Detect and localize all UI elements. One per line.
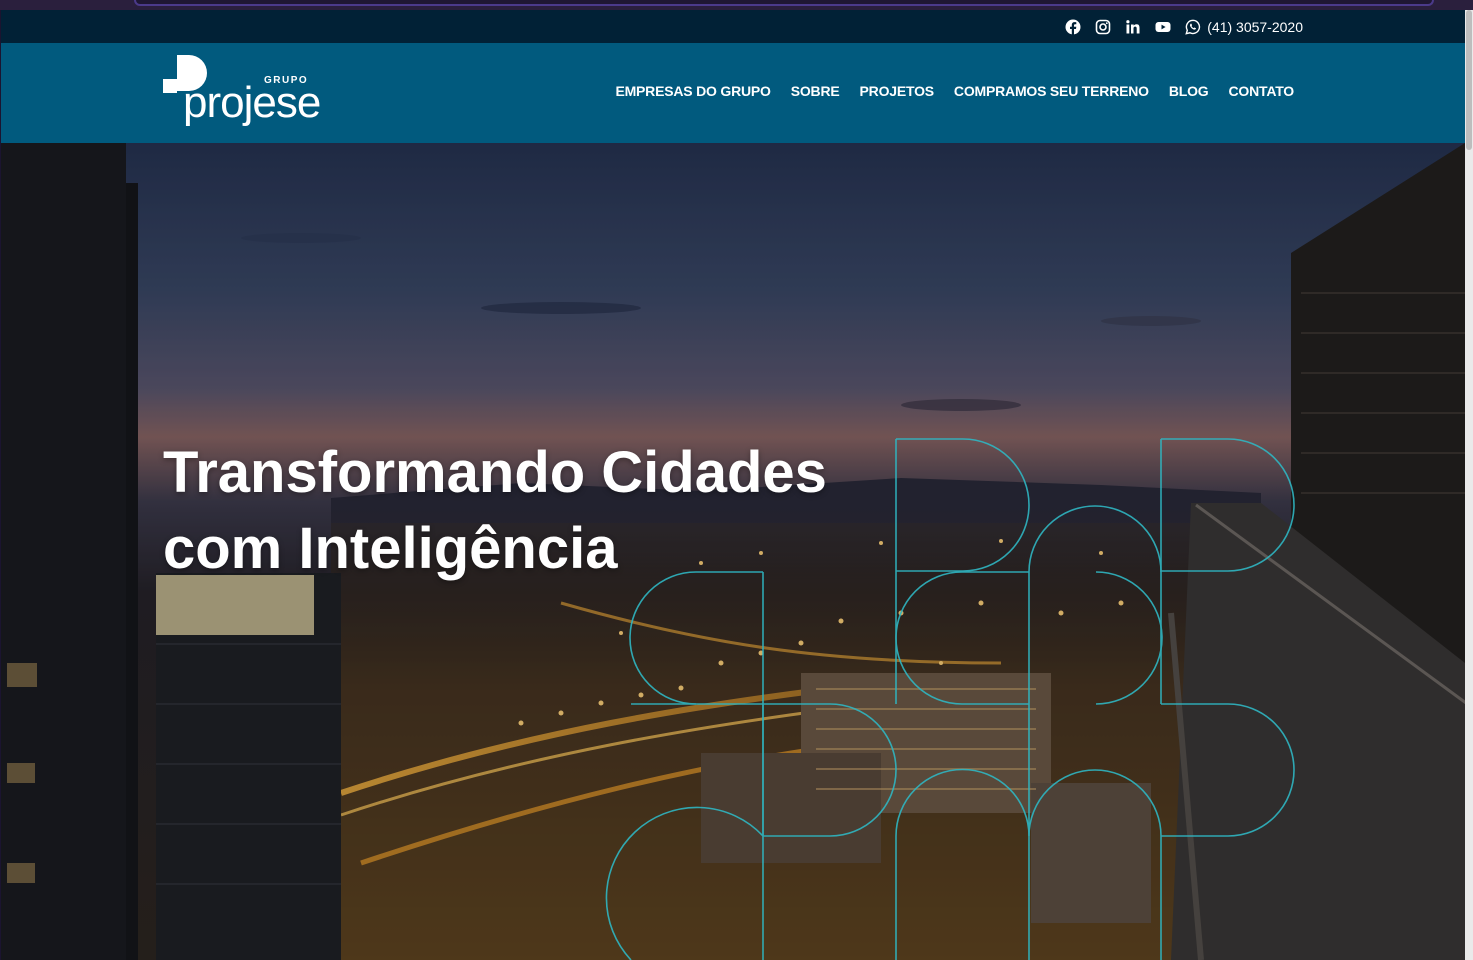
- phone-link[interactable]: (41) 3057-2020: [1185, 19, 1303, 35]
- linkedin-icon[interactable]: [1125, 19, 1141, 35]
- main-nav: EMPRESAS DO GRUPO SOBRE PROJETOS COMPRAM…: [615, 83, 1294, 99]
- page-scrollbar[interactable]: [1465, 10, 1473, 960]
- hero-title-line1: Transformando Cidades: [163, 440, 827, 505]
- logo-wordmark: projese: [183, 78, 321, 127]
- page: (41) 3057-2020 GRUPO projese EMPRESAS DO…: [1, 10, 1465, 960]
- phone-number: (41) 3057-2020: [1207, 19, 1303, 35]
- nav-item-projetos[interactable]: PROJETOS: [860, 83, 935, 99]
- nav-item-sobre[interactable]: SOBRE: [791, 83, 840, 99]
- hero-title-line2: com Inteligência: [163, 511, 827, 587]
- hero-title: Transformando Cidades com Inteligência: [163, 435, 827, 587]
- whatsapp-icon: [1185, 19, 1201, 35]
- nav-item-compramos-seu-terreno[interactable]: COMPRAMOS SEU TERRENO: [954, 83, 1149, 99]
- main-header: GRUPO projese EMPRESAS DO GRUPO SOBRE PR…: [1, 43, 1465, 143]
- nav-item-empresas-do-grupo[interactable]: EMPRESAS DO GRUPO: [615, 83, 770, 99]
- browser-toolbar-edge: [134, 0, 1434, 6]
- browser-top-edge: [0, 0, 1473, 10]
- youtube-icon[interactable]: [1155, 19, 1171, 35]
- nav-item-contato[interactable]: CONTATO: [1229, 83, 1295, 99]
- hero-title-light: com: [163, 516, 283, 581]
- hero-banner: Transformando Cidades com Inteligência: [1, 143, 1465, 960]
- facebook-icon[interactable]: [1065, 19, 1081, 35]
- social-links: (41) 3057-2020: [1065, 17, 1303, 37]
- top-bar: (41) 3057-2020: [1, 10, 1465, 43]
- scrollbar-thumb[interactable]: [1466, 10, 1472, 150]
- hero-title-strong: Inteligência: [298, 516, 618, 581]
- projese-logo[interactable]: GRUPO projese: [163, 55, 338, 133]
- nav-item-blog[interactable]: BLOG: [1169, 83, 1209, 99]
- instagram-icon[interactable]: [1095, 19, 1111, 35]
